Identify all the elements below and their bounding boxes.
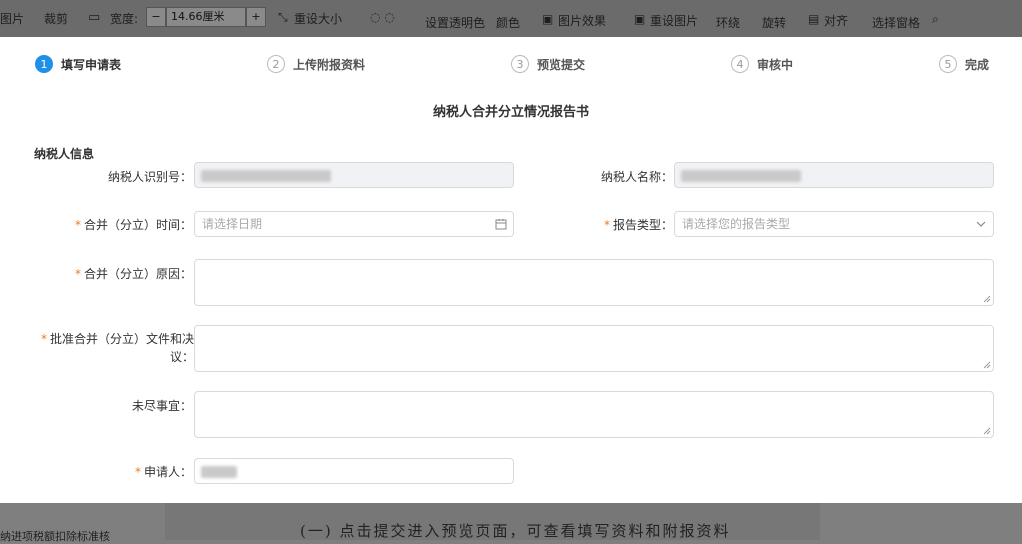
width-icon: ▭: [88, 10, 101, 25]
applicant-label-text: 申请人：: [143, 465, 192, 479]
picture-effect-icon: ▣: [542, 12, 554, 26]
report-type-label-text: 报告类型：: [612, 218, 673, 232]
chevron-down-icon: [976, 221, 986, 227]
taxpayer-id-field[interactable]: [194, 162, 514, 188]
approval-label-line-1: 批准合并（分立）文件和决: [49, 332, 194, 346]
step-number: 2: [267, 55, 285, 73]
step-preview-submit[interactable]: 3 预览提交: [511, 53, 585, 75]
toolbar-crop: 裁剪: [44, 12, 69, 26]
merge-time-placeholder: 请选择日期: [202, 217, 263, 231]
step-label: 预览提交: [537, 57, 586, 72]
background-left-text: 纳进项税额扣除标准核: [0, 530, 110, 543]
width-input: 14.66厘米: [166, 7, 246, 27]
redacted-value: [201, 466, 237, 478]
form-title: 纳税人合并分立情况报告书: [432, 105, 589, 120]
step-label: 审核中: [757, 57, 794, 72]
resize-handle-icon[interactable]: [983, 361, 991, 369]
approval-documents-label: * 批准合并（分立）文件和决 议：: [40, 330, 194, 366]
step-number: 1: [35, 55, 53, 73]
calendar-icon[interactable]: [495, 218, 507, 230]
merge-reason-label-text: 合并（分立）原因：: [83, 267, 192, 281]
step-under-review[interactable]: 4 审核中: [731, 53, 793, 75]
toolbar-set-transparent: 设置透明色: [425, 16, 486, 30]
width-decrease-button: −: [146, 7, 166, 27]
toolbar-reset-picture: 重设图片: [650, 14, 699, 28]
required-mark: *: [603, 218, 610, 232]
toolbar-reset-size: 重设大小: [294, 12, 343, 26]
search-icon: ⌕: [932, 12, 939, 26]
reset-picture-icon: ▣: [634, 12, 646, 26]
redacted-value: [681, 170, 801, 182]
report-type-placeholder: 请选择您的报告类型: [682, 217, 791, 231]
toolbar-picture-effect: 图片效果: [558, 14, 607, 28]
step-label: 完成: [965, 57, 990, 72]
toolbar-rotate: 旋转: [762, 16, 787, 30]
reset-size-icon: ⤡: [278, 10, 288, 24]
report-type-label: * 报告类型：: [560, 216, 673, 234]
background-toolbar: 图片 裁剪 ▭ 宽度: − 14.66厘米 + ⤡ 重设大小 ◌ ◌ 设置透明色…: [0, 0, 1022, 38]
step-upload-attachments[interactable]: 2 上传附报资料: [267, 53, 365, 75]
redacted-value: [201, 170, 331, 182]
contrast-icon: ◌ ◌: [370, 10, 395, 24]
toolbar-color: 颜色: [496, 16, 521, 30]
toolbar-align: 对齐: [824, 14, 849, 28]
merge-reason-textarea[interactable]: [194, 259, 994, 306]
pending-matters-textarea[interactable]: [194, 391, 994, 438]
step-number: 5: [939, 55, 957, 73]
taxpayer-name-label: 纳税人名称：: [600, 170, 673, 184]
merge-time-label-text: 合并（分立）时间：: [83, 218, 192, 232]
required-mark: *: [74, 218, 81, 232]
step-label: 填写申请表: [61, 57, 122, 72]
section-taxpayer-info: 纳税人信息: [34, 147, 95, 161]
toolbar-wrap: 环绕: [716, 16, 741, 30]
align-icon: ▤: [808, 12, 820, 26]
approval-documents-textarea[interactable]: [194, 325, 994, 372]
pending-matters-label: 未尽事宜：: [131, 399, 192, 413]
step-complete[interactable]: 5 完成: [939, 53, 989, 75]
report-type-select[interactable]: 请选择您的报告类型: [674, 211, 994, 237]
toolbar-select-pane: 选择窗格: [872, 16, 921, 30]
toolbar-width-label: 宽度:: [110, 12, 139, 26]
step-label: 上传附报资料: [293, 57, 366, 72]
width-increase-button: +: [246, 7, 266, 27]
required-mark: *: [74, 267, 81, 281]
approval-label-line-2: 议：: [169, 350, 194, 364]
merge-reason-label: * 合并（分立）原因：: [40, 265, 192, 283]
required-mark: *: [134, 465, 141, 479]
applicant-label: * 申请人：: [40, 463, 192, 481]
taxpayer-name-field[interactable]: [674, 162, 994, 188]
toolbar-picture: 图片: [0, 12, 25, 26]
step-number: 3: [511, 55, 529, 73]
merge-time-date-input[interactable]: 请选择日期: [194, 211, 514, 237]
step-number: 4: [731, 55, 749, 73]
merge-time-label: * 合并（分立）时间：: [40, 216, 192, 234]
required-mark: *: [40, 332, 47, 346]
applicant-input[interactable]: [194, 458, 514, 484]
resize-handle-icon[interactable]: [983, 427, 991, 435]
application-form-dialog: 1 填写申请表 2 上传附报资料 3 预览提交 4 审核中 5 完成 纳税人合并…: [0, 37, 1022, 503]
step-fill-form[interactable]: 1 填写申请表: [35, 53, 121, 75]
resize-handle-icon[interactable]: [983, 295, 991, 303]
background-doc-text: (一) 点击提交进入预览页面，可查看填写资料和附报资料: [300, 522, 731, 540]
taxpayer-id-label: 纳税人识别号：: [107, 170, 192, 184]
